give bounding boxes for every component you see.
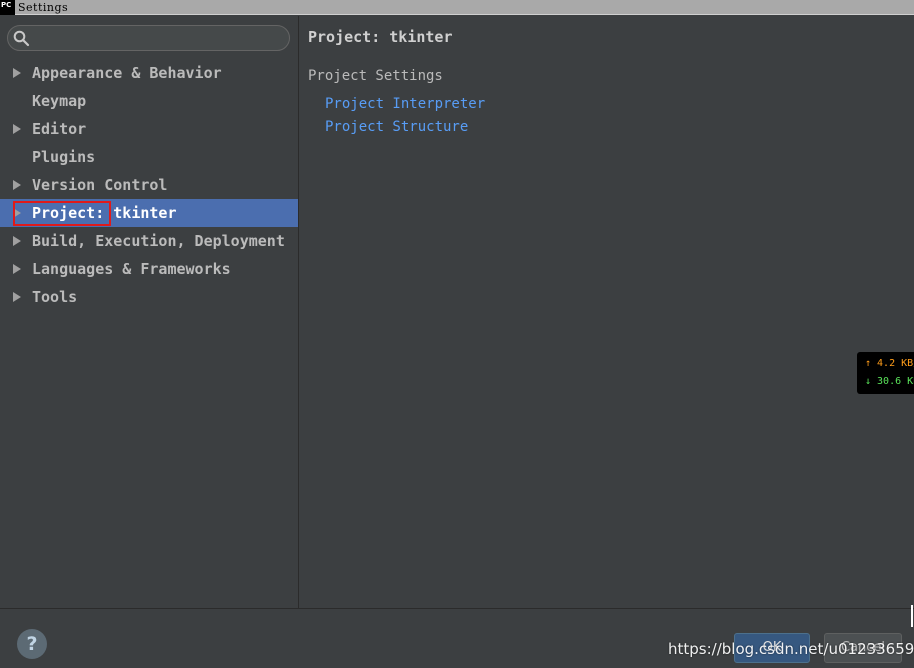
- tree-item-appearance-behavior[interactable]: Appearance & Behavior: [0, 59, 298, 87]
- cancel-button[interactable]: Cancel: [824, 633, 902, 663]
- tree-item-keymap[interactable]: Keymap: [0, 87, 298, 115]
- help-button[interactable]: ?: [17, 629, 47, 659]
- pycharm-app-icon: PC: [0, 0, 15, 15]
- project-structure-link[interactable]: Project Structure: [325, 119, 468, 135]
- tree-item-label: Keymap: [32, 92, 87, 110]
- tree-item-label: Version Control: [32, 176, 168, 194]
- tree-item-project[interactable]: Project: tkinter: [0, 199, 298, 227]
- title-bar: PC Settings: [0, 0, 914, 15]
- triangle-right-icon[interactable]: [13, 236, 21, 246]
- tree-item-build-execution-deployment[interactable]: Build, Execution, Deployment: [0, 227, 298, 255]
- search-icon: [13, 30, 30, 47]
- help-icon: ?: [26, 633, 38, 655]
- window-title: Settings: [18, 0, 69, 14]
- ok-button[interactable]: OK: [734, 633, 810, 663]
- tree-item-label: Plugins: [32, 148, 96, 166]
- tree-item-plugins[interactable]: Plugins: [0, 143, 298, 171]
- dialog-footer: ? OK Cancel https://blog.csdn.net/u01233…: [0, 605, 914, 668]
- tree-item-languages-frameworks[interactable]: Languages & Frameworks: [0, 255, 298, 283]
- triangle-right-icon[interactable]: [13, 264, 21, 274]
- annotation-highlight-box: [13, 201, 111, 226]
- tree-item-version-control[interactable]: Version Control: [0, 171, 298, 199]
- settings-sidebar: Appearance & Behavior Keymap Editor Plug…: [0, 16, 298, 608]
- project-interpreter-link[interactable]: Project Interpreter: [325, 96, 485, 112]
- tree-item-editor[interactable]: Editor: [0, 115, 298, 143]
- triangle-right-icon[interactable]: [13, 68, 21, 78]
- tree-item-label: Tools: [32, 288, 78, 306]
- triangle-right-icon[interactable]: [13, 180, 21, 190]
- settings-content-panel: Project: tkinter Project Settings Projec…: [299, 16, 914, 608]
- window-edge-mark: [911, 605, 913, 627]
- network-speed-widget: ↑ 4.2 KB/s ↓ 30.6 KB/s: [857, 352, 914, 394]
- settings-search-input[interactable]: [7, 25, 290, 51]
- triangle-right-icon[interactable]: [13, 292, 21, 302]
- settings-tree: Appearance & Behavior Keymap Editor Plug…: [0, 59, 298, 311]
- tree-item-label: Build, Execution, Deployment: [32, 232, 285, 250]
- download-speed: ↓ 30.6 KB/s: [865, 376, 914, 387]
- page-title: Project: tkinter: [308, 28, 453, 46]
- triangle-right-icon[interactable]: [13, 124, 21, 134]
- tree-item-label: Editor: [32, 120, 87, 138]
- upload-speed: ↑ 4.2 KB/s: [865, 358, 914, 369]
- section-title: Project Settings: [308, 68, 443, 84]
- tree-item-label: Appearance & Behavior: [32, 64, 222, 82]
- tree-item-tools[interactable]: Tools: [0, 283, 298, 311]
- tree-item-label: Languages & Frameworks: [32, 260, 231, 278]
